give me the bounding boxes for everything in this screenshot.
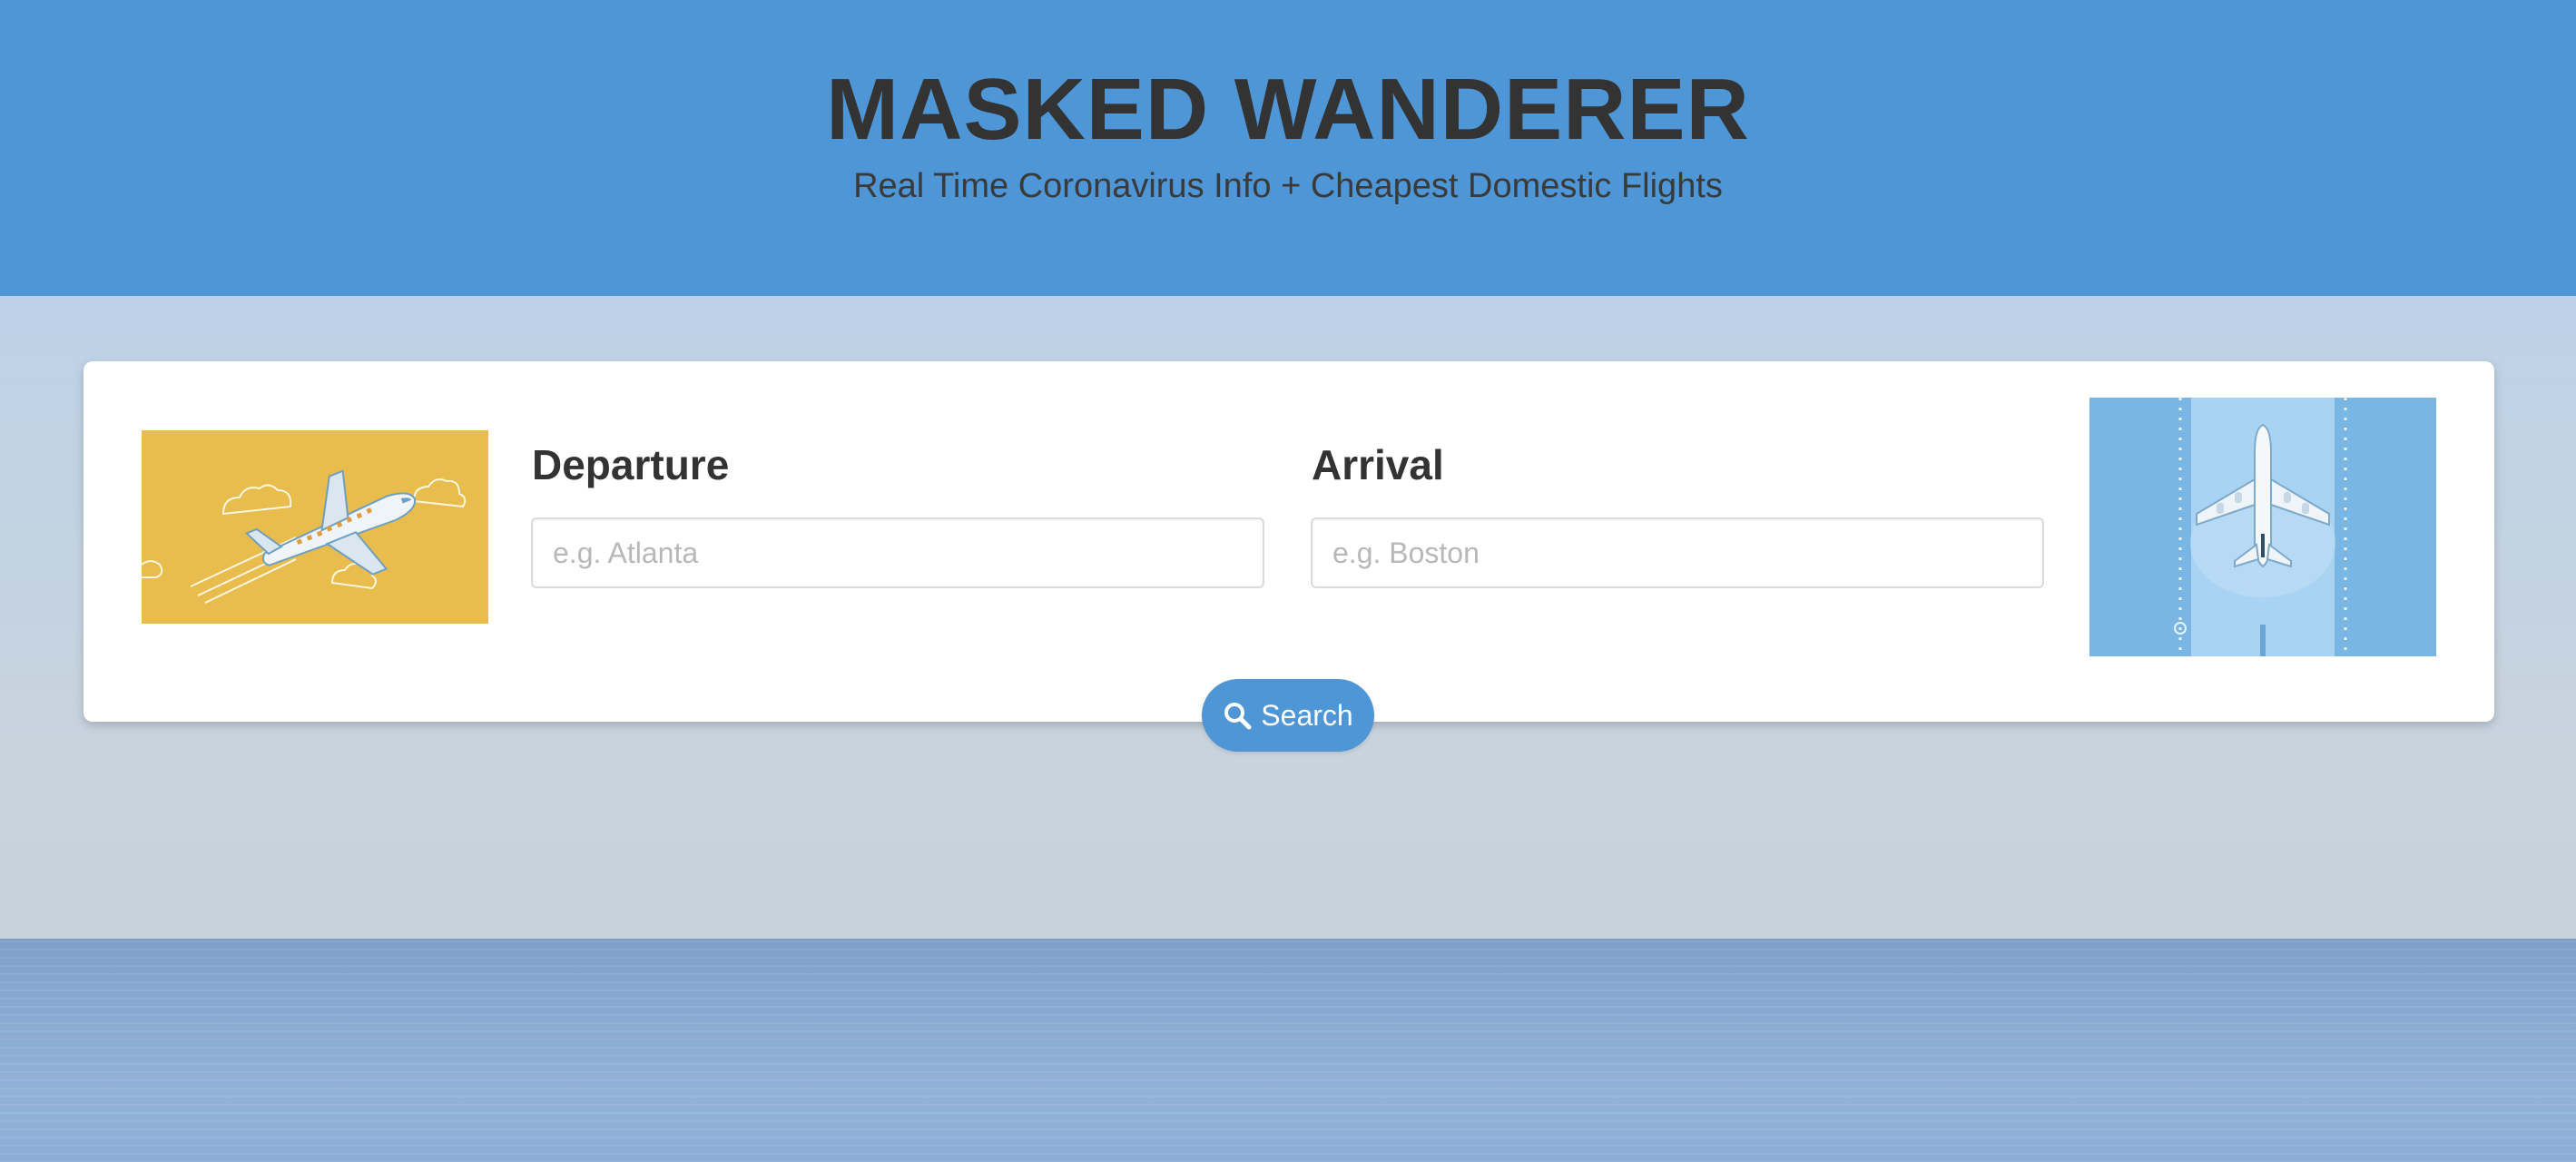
page-title: MASKED WANDERER	[826, 61, 1750, 158]
page-subtitle: Real Time Coronavirus Info + Cheapest Do…	[853, 167, 1723, 205]
arrival-label: Arrival	[1312, 441, 1444, 488]
arrival-input[interactable]	[1311, 517, 2044, 588]
search-button[interactable]: Search	[1202, 679, 1374, 752]
search-button-label: Search	[1261, 698, 1353, 732]
airplane-flying-illustration	[141, 430, 488, 624]
departure-input[interactable]	[531, 517, 1264, 588]
flight-search-card: Departure Arrival	[84, 361, 2494, 722]
search-icon	[1223, 701, 1252, 730]
background-sea	[0, 940, 2576, 1162]
departure-label: Departure	[532, 441, 730, 488]
airplane-runway-illustration	[2089, 398, 2436, 656]
page-header: MASKED WANDERER Real Time Coronavirus In…	[0, 0, 2576, 296]
